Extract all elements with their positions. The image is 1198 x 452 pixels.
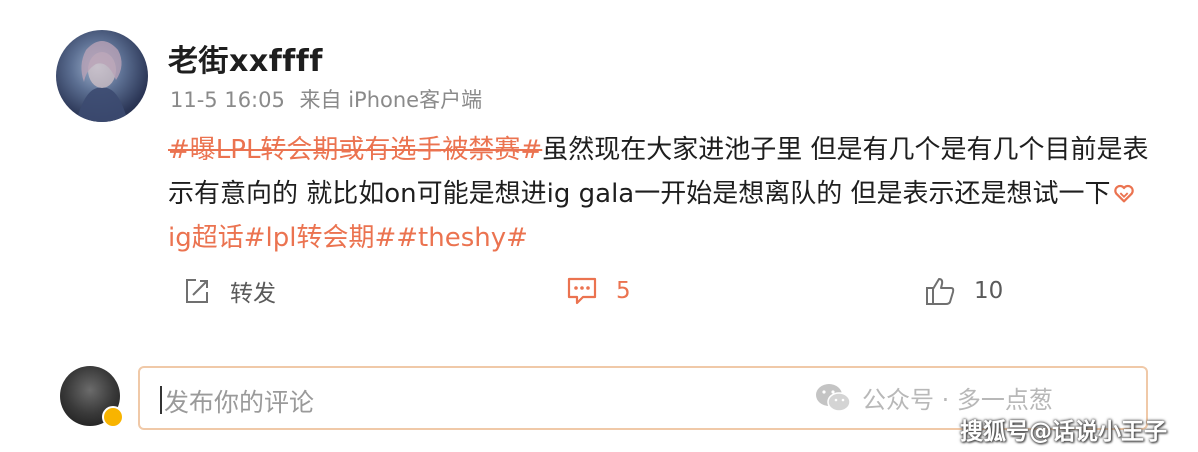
heart-icon	[1113, 184, 1134, 203]
comment-button[interactable]: 5	[566, 268, 631, 314]
wechat-watermark: 公众号 · 多一点葱	[814, 380, 1053, 415]
comment-icon	[567, 277, 597, 305]
topic-tag-lpl[interactable]: #lpl转会期#	[244, 223, 397, 253]
repost-label: 转发	[230, 281, 276, 307]
author-name[interactable]: 老街xxffff	[168, 36, 323, 80]
like-button[interactable]: 10	[924, 268, 1003, 314]
author-avatar[interactable]	[56, 30, 148, 122]
super-topic-link[interactable]: ig超话	[168, 223, 244, 253]
thumbs-up-icon	[926, 278, 955, 305]
post-time: 11-5 16:05	[170, 88, 285, 112]
sohu-watermark: 搜狐号@话说小王子	[960, 419, 1167, 445]
text-caret	[160, 386, 162, 414]
comment-count: 5	[616, 278, 631, 304]
repost-button[interactable]: 转发	[182, 268, 276, 314]
repost-icon	[186, 279, 208, 303]
topic-tag-headline[interactable]: #曝LPL转会期或有选手被禁赛#	[168, 135, 542, 165]
wechat-watermark-text: 公众号 · 多一点葱	[862, 386, 1053, 414]
post-source[interactable]: 来自 iPhone客户端	[300, 88, 483, 112]
post-meta: 11-5 16:05 来自 iPhone客户端	[170, 84, 490, 114]
weibo-post-card: 老街xxffff 11-5 16:05 来自 iPhone客户端 #曝LPL转会…	[0, 0, 1198, 452]
verified-badge	[102, 406, 124, 428]
wechat-icon	[816, 383, 851, 412]
action-bar: 转发 5 10	[0, 268, 1198, 314]
topic-tag-theshy[interactable]: #theshy#	[396, 223, 528, 253]
post-content: #曝LPL转会期或有选手被禁赛#虽然现在大家进池子里 但是有几个是有几个目前是表…	[168, 128, 1158, 260]
like-count: 10	[974, 278, 1004, 304]
comment-placeholder: 发布你的评论	[164, 388, 315, 417]
